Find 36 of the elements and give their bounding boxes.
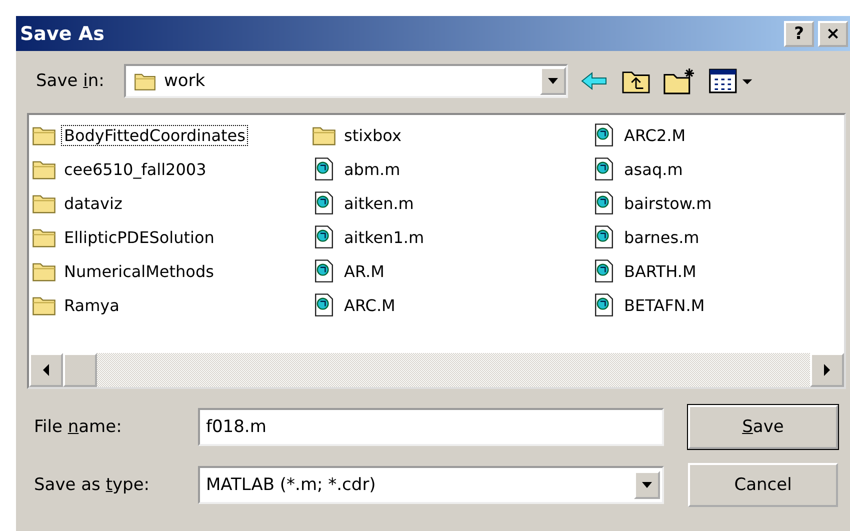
scroll-left-icon [42, 364, 50, 376]
folder-item[interactable]: cee6510_fall2003 [61, 158, 210, 180]
view-menu-icon[interactable] [708, 68, 754, 94]
cancel-button[interactable]: Cancel [688, 463, 838, 507]
save-as-type-dropdown[interactable]: MATLAB (*.m; *.cdr) [198, 466, 664, 504]
folder-item[interactable]: NumericalMethods [61, 260, 217, 282]
file-item[interactable]: bairstow.m [621, 192, 715, 214]
file-item[interactable]: ARC.M [341, 294, 398, 316]
save-as-type-label: Save as type: [34, 475, 151, 495]
save-button[interactable]: Save [688, 405, 838, 449]
file-name-label: File name: [34, 417, 123, 437]
file-item[interactable]: barnes.m [621, 226, 702, 248]
dropdown-arrow-icon [547, 77, 559, 85]
close-button[interactable]: × [818, 20, 848, 46]
dropdown-arrow-icon [641, 481, 653, 489]
window-title: Save As [20, 22, 104, 44]
folder-item[interactable]: Ramya [61, 294, 122, 316]
folder-item[interactable]: stixbox [341, 124, 404, 146]
file-item[interactable]: ARC2.M [621, 124, 689, 146]
folder-item[interactable]: dataviz [61, 192, 126, 214]
folder-item[interactable]: EllipticPDESolution [61, 226, 218, 248]
scroll-thumb[interactable] [63, 353, 97, 387]
scroll-right-icon [823, 364, 831, 376]
file-name-field[interactable]: f018.m [198, 408, 664, 446]
save-in-label: Save in: [36, 71, 106, 91]
file-item[interactable]: BARTH.M [621, 260, 700, 282]
file-item[interactable]: aitken.m [341, 192, 417, 214]
folder-item[interactable]: BodyFittedCoordinates [61, 124, 248, 146]
file-item[interactable]: aitken1.m [341, 226, 428, 248]
file-item[interactable]: BETAFN.M [621, 294, 708, 316]
file-item[interactable]: AR.M [341, 260, 388, 282]
help-button[interactable]: ? [784, 20, 814, 46]
file-item[interactable]: asaq.m [621, 158, 686, 180]
save-in-dropdown[interactable]: work [124, 64, 568, 98]
file-item[interactable]: abm.m [341, 158, 404, 180]
horizontal-scrollbar[interactable] [29, 353, 844, 387]
